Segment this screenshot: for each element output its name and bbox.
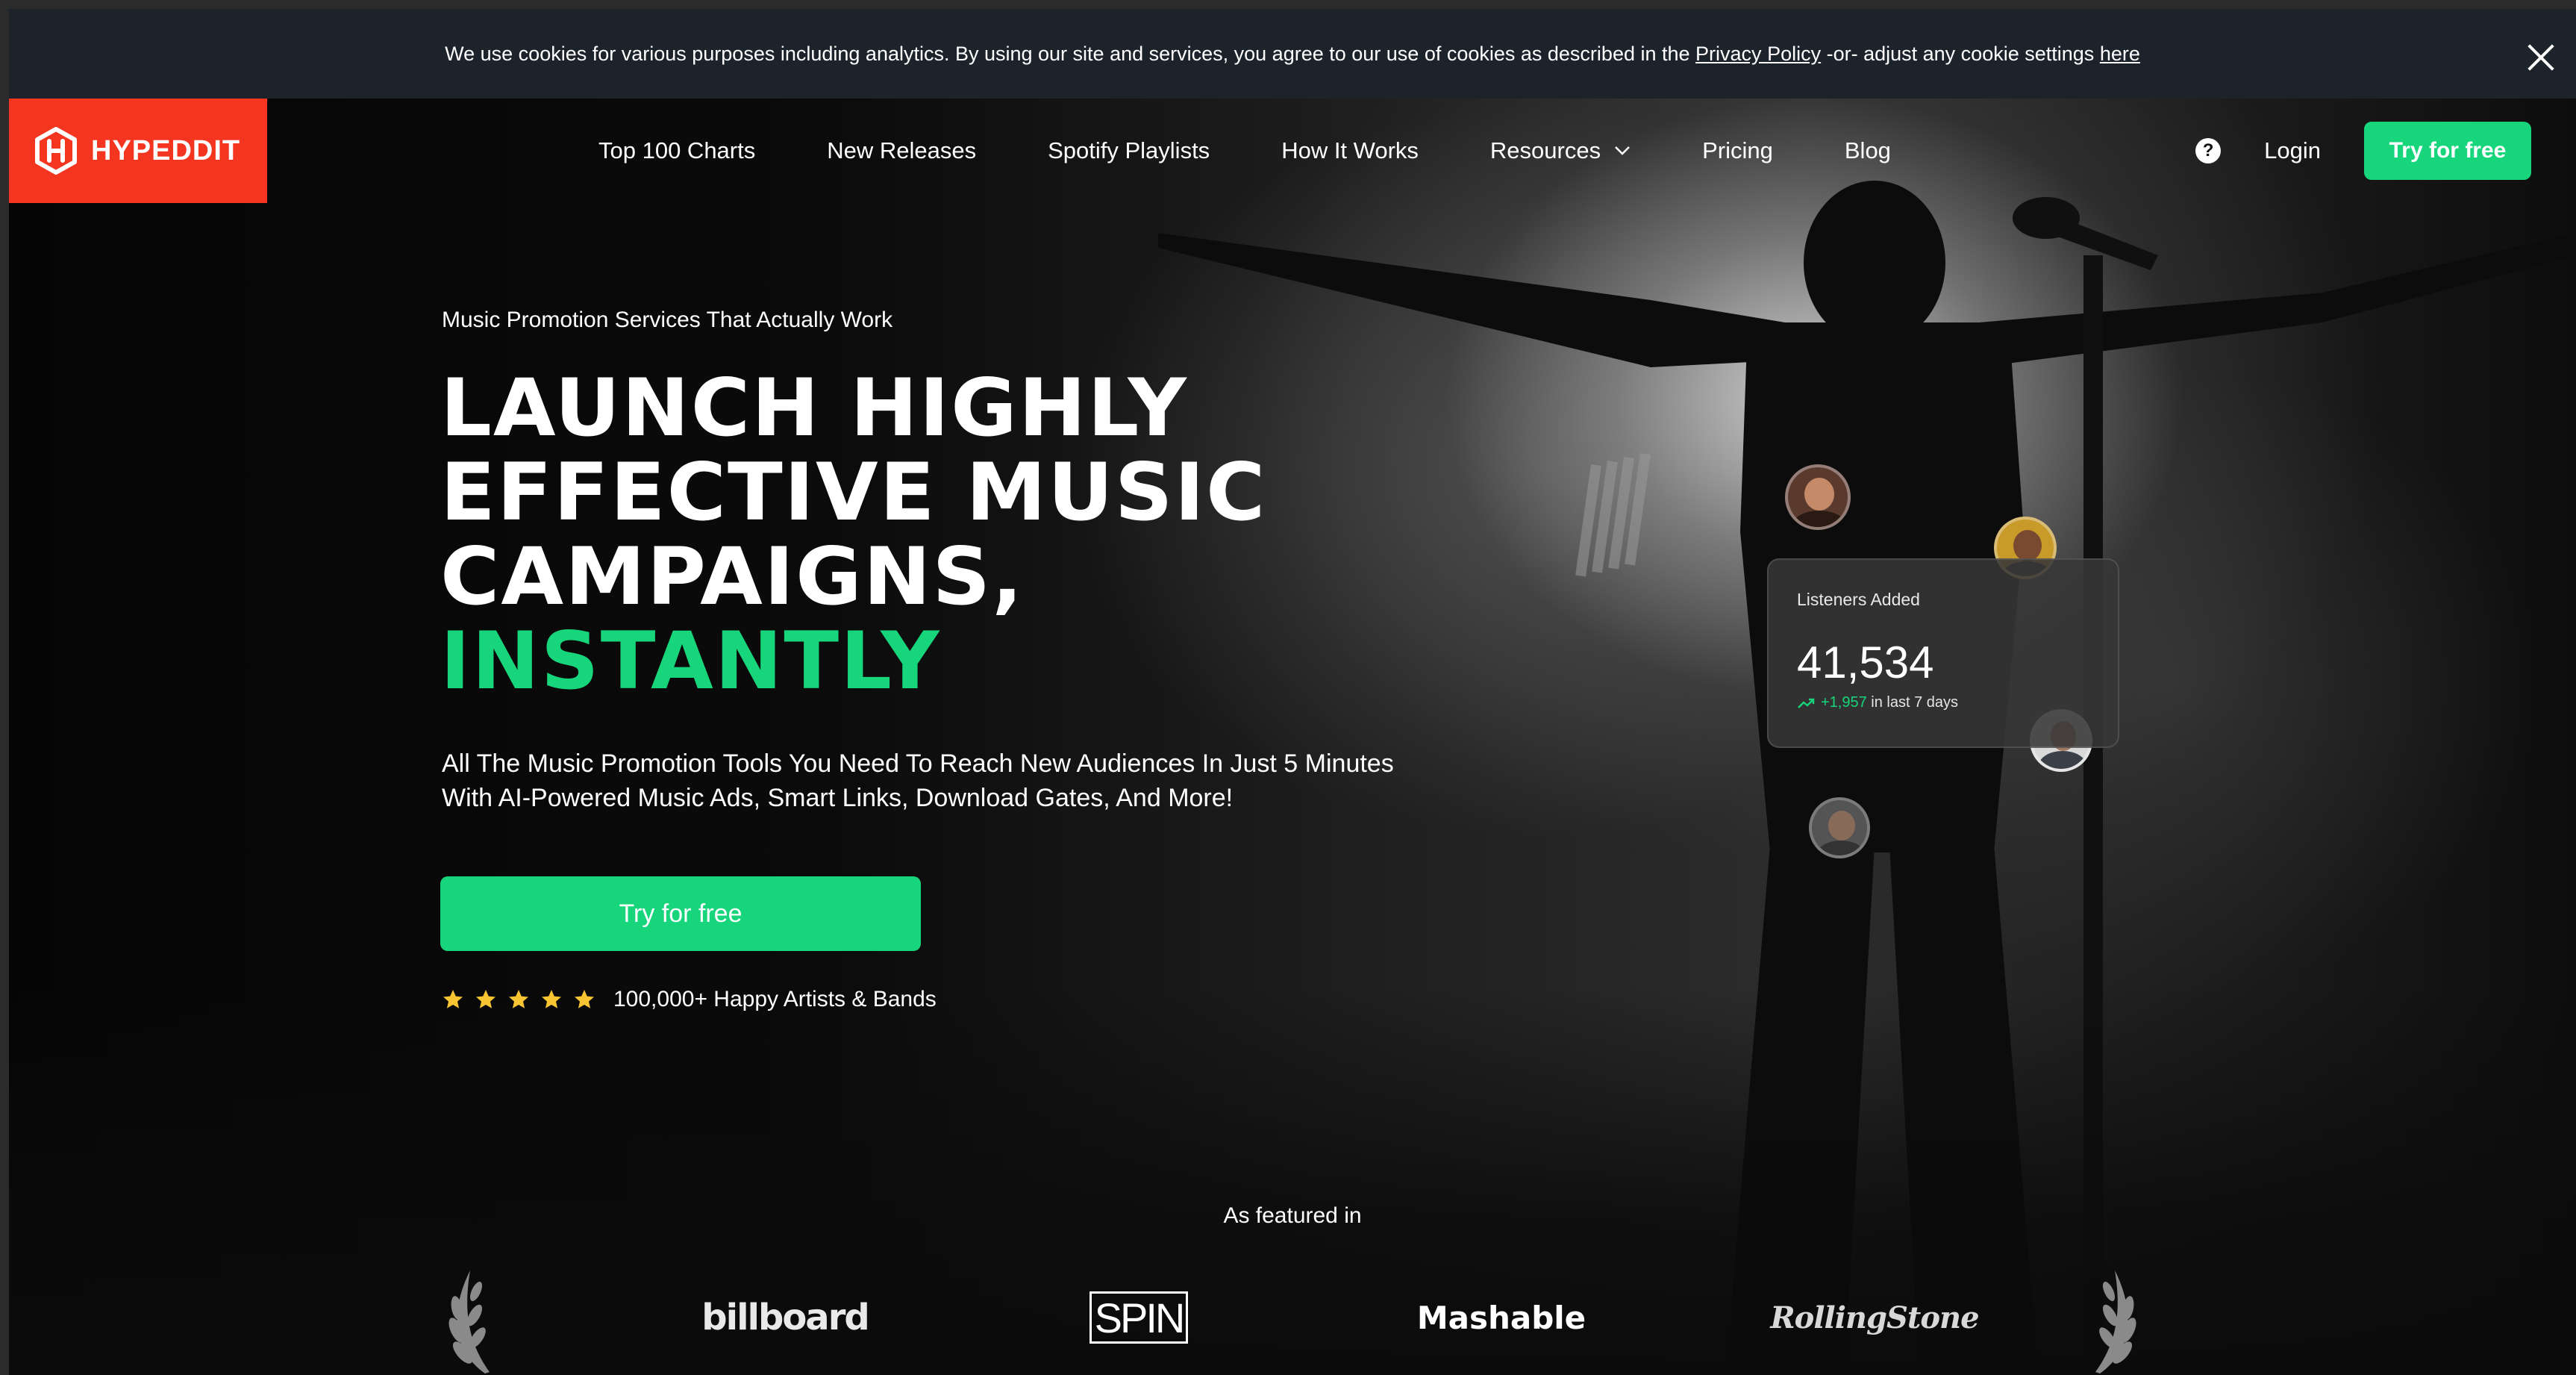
help-icon[interactable]: ?	[2195, 138, 2222, 163]
cookie-text: We use cookies for various purposes incl…	[445, 42, 1690, 65]
hero-eyebrow: Music Promotion Services That Actually W…	[442, 308, 893, 332]
hero-background-image	[9, 9, 2576, 1375]
hypeddit-hex-icon	[35, 127, 77, 175]
nav-top-100-charts[interactable]: Top 100 Charts	[598, 137, 755, 164]
headline-line-2: EFFECTIVE MUSIC	[440, 446, 1267, 538]
nav-pricing[interactable]: Pricing	[1702, 137, 1773, 164]
avatar	[1809, 797, 1870, 858]
browser-frame: We use cookies for various purposes incl…	[0, 0, 2576, 1375]
nav-links: Top 100 Charts New Releases Spotify Play…	[598, 99, 1891, 203]
stats-value: 41,534	[1797, 637, 1934, 688]
spin-logo: SPIN	[1090, 1291, 1188, 1344]
chevron-down-icon	[1615, 146, 1630, 155]
stats-delta: +1,957 in last 7 days	[1797, 694, 2089, 711]
stats-delta-value: +1,957	[1821, 694, 1867, 711]
login-link[interactable]: Login	[2264, 137, 2321, 164]
rating: 100,000+ Happy Artists & Bands	[442, 987, 937, 1012]
listeners-stats-card: Listeners Added 41,534 +1,957 in last 7 …	[1767, 558, 2119, 748]
nav-try-free-button[interactable]: Try for free	[2364, 122, 2531, 180]
star-icon	[476, 990, 495, 1008]
stats-delta-suffix: in last 7 days	[1871, 694, 1959, 711]
featured-logos: billboard SPIN Mashable RollingStone	[9, 1263, 2576, 1375]
close-icon[interactable]	[2525, 42, 2557, 73]
hero-subtext: All The Music Promotion Tools You Need T…	[442, 746, 1472, 815]
star-icon	[509, 990, 528, 1008]
privacy-policy-link[interactable]: Privacy Policy	[1695, 43, 1821, 66]
nav-right: ? Login Try for free	[2195, 99, 2531, 203]
laurel-left-icon	[448, 1270, 490, 1374]
hero-headline: LAUNCH HIGHLY EFFECTIVE MUSIC CAMPAIGNS,…	[440, 366, 1266, 703]
cookie-settings-link[interactable]: here	[2100, 43, 2140, 66]
mashable-logo: Mashable	[1416, 1299, 1586, 1336]
page: We use cookies for various purposes incl…	[9, 9, 2576, 1375]
trending-up-icon	[1798, 698, 1815, 708]
featured-title: As featured in	[1223, 1203, 1362, 1228]
nav-resources-label: Resources	[1489, 137, 1601, 163]
rollingstone-logo: RollingStone	[1770, 1300, 1979, 1335]
hero-subtext-line-1: All The Music Promotion Tools You Need T…	[442, 749, 1394, 778]
nav-new-releases[interactable]: New Releases	[827, 137, 976, 164]
laurel-right-icon	[2095, 1270, 2136, 1374]
nav-resources[interactable]: Resources	[1490, 137, 1631, 164]
navbar: HYPEDDIT Top 100 Charts New Releases Spo…	[9, 99, 2576, 203]
stats-label: Listeners Added	[1797, 590, 1920, 609]
star-icon	[542, 990, 561, 1008]
avatar	[1785, 464, 1851, 530]
cookie-banner: We use cookies for various purposes incl…	[9, 9, 2576, 99]
headline-accent: INSTANTLY	[440, 615, 941, 707]
nav-blog[interactable]: Blog	[1845, 137, 1891, 164]
star-icon	[443, 990, 463, 1008]
cookie-text-middle: -or- adjust any cookie settings	[1826, 42, 2095, 65]
headline-line-3: CAMPAIGNS,	[440, 531, 1025, 623]
hero-try-free-button[interactable]: Try for free	[440, 876, 921, 951]
hero-subtext-line-2: With AI-Powered Music Ads, Smart Links, …	[442, 784, 1234, 812]
nav-how-it-works[interactable]: How It Works	[1281, 137, 1419, 164]
nav-spotify-playlists[interactable]: Spotify Playlists	[1048, 137, 1210, 164]
headline-line-1: LAUNCH HIGHLY	[440, 362, 1188, 454]
rating-text: 100,000+ Happy Artists & Bands	[613, 987, 937, 1011]
logo-text: HYPEDDIT	[91, 134, 241, 166]
logo[interactable]: HYPEDDIT	[9, 99, 267, 203]
star-icon	[575, 990, 594, 1008]
billboard-logo: billboard	[701, 1297, 869, 1338]
